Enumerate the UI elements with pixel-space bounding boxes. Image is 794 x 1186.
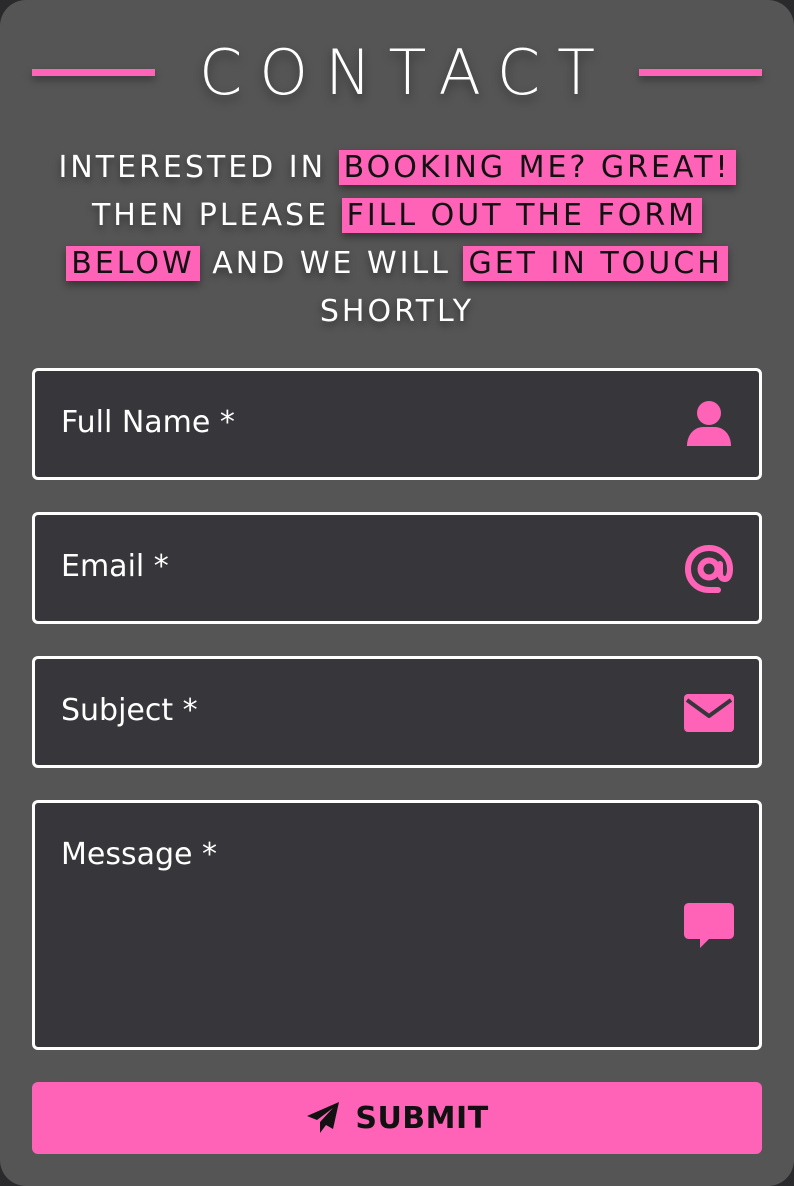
contact-card: CONTACT INTERESTED IN BOOKING ME? GREAT!… [0,0,794,1186]
full-name-field[interactable]: Full Name * [32,368,762,480]
paper-plane-icon [305,1100,341,1136]
intro-highlight: GET IN TOUCH [463,246,728,281]
at-sign-icon [683,543,735,595]
title-divider-right [639,69,762,76]
message-field[interactable]: Message * [32,800,762,1050]
user-icon [683,398,735,450]
speech-bubble-icon [683,900,735,952]
email-field[interactable]: Email * [32,512,762,624]
intro-text-part: AND WE WILL [199,246,464,281]
submit-label: SUBMIT [355,1100,489,1136]
full-name-placeholder: Full Name * [61,405,235,440]
title-row: CONTACT [32,36,762,110]
page-title: CONTACT [198,36,612,109]
submit-button[interactable]: SUBMIT [32,1082,762,1154]
subject-field[interactable]: Subject * [32,656,762,768]
intro-text: INTERESTED IN BOOKING ME? GREAT! THEN PL… [40,144,754,336]
message-placeholder: Message * [61,837,218,872]
intro-highlight: BOOKING ME? GREAT! [338,150,736,185]
envelope-icon [683,687,735,739]
intro-text-part: SHORTLY [319,294,475,329]
intro-text-part: INTERESTED IN [58,150,339,185]
subject-placeholder: Subject * [61,693,198,728]
email-placeholder: Email * [61,549,169,584]
intro-text-part: THEN PLEASE [91,198,342,233]
title-divider-left [32,69,155,76]
